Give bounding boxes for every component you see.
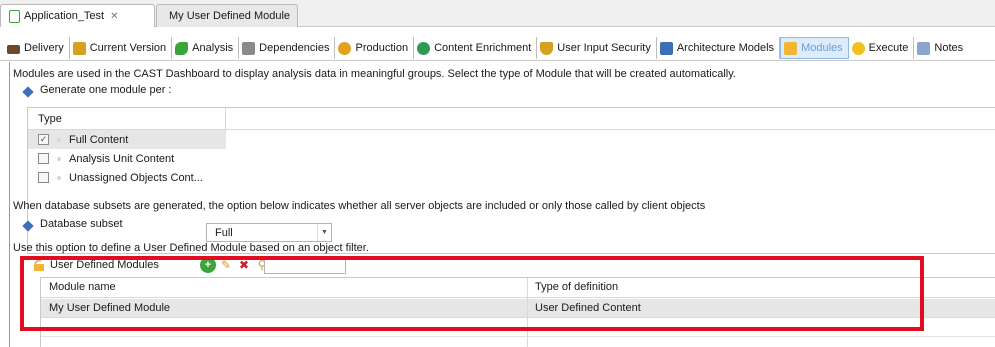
tab-label: Execute [868, 42, 909, 54]
tab-modules[interactable]: Modules [780, 37, 849, 59]
tab-user-input-security[interactable]: User Input Security [537, 37, 657, 59]
tab-dependencies[interactable]: Dependencies [239, 37, 336, 59]
type-row-full-content[interactable]: ✓ Full Content [28, 130, 226, 149]
tab-label: Application_Test [24, 10, 105, 22]
chevron-down-icon[interactable]: ▼ [317, 224, 331, 241]
dependencies-icon [242, 41, 256, 55]
analysis-icon [175, 41, 189, 55]
table-header: Type [28, 108, 995, 130]
type-row-analysis-unit[interactable]: Analysis Unit Content [28, 149, 226, 168]
tab-label: User Input Security [557, 42, 651, 54]
delivery-icon [7, 45, 20, 54]
select-value: Full [215, 226, 233, 239]
application-icon [9, 9, 20, 23]
database-subset-label: Database subset [40, 218, 123, 230]
udm-info-text: Use this option to define a User Defined… [13, 242, 369, 254]
tab-label: Analysis [192, 42, 234, 54]
checkbox[interactable] [38, 172, 49, 183]
tab-notes[interactable]: Notes [914, 37, 968, 59]
execute-icon [851, 41, 865, 55]
architecture-icon [659, 41, 673, 55]
tab-production[interactable]: Production [335, 37, 415, 59]
notes-icon [917, 41, 931, 55]
highlight-box [20, 256, 924, 331]
bullet-icon [22, 86, 34, 98]
tab-label: Production [355, 42, 409, 54]
close-icon[interactable]: ✕ [110, 11, 118, 22]
tab-application-test[interactable]: Application_Test ✕ [0, 4, 155, 27]
tab-current-version[interactable]: Current Version [70, 37, 173, 59]
row-label: Full Content [69, 133, 129, 146]
dot-icon [57, 137, 61, 142]
security-icon [540, 41, 554, 55]
checkbox[interactable] [38, 153, 49, 164]
tab-content-enrichment[interactable]: Content Enrichment [414, 37, 538, 59]
row-label: Unassigned Objects Cont... [69, 171, 203, 184]
dot-icon [57, 175, 61, 180]
tab-label: Notes [934, 42, 964, 54]
row-label: Analysis Unit Content [69, 152, 175, 165]
checkbox-checked[interactable]: ✓ [38, 134, 49, 145]
tab-label: Current Version [89, 42, 167, 54]
database-subset-select[interactable]: Full ▼ [206, 223, 332, 242]
column-header-type: Type [38, 113, 62, 125]
tab-label: Content Enrichment [434, 42, 532, 54]
version-icon [72, 41, 86, 55]
dot-icon [57, 156, 61, 161]
modules-icon [784, 41, 798, 55]
tab-label: Modules [801, 42, 843, 54]
page-tab-bar: Delivery Current Version Analysis Depend… [0, 36, 995, 61]
editor-tab-bar: Application_Test ✕ My User Defined Modul… [0, 0, 995, 27]
tab-label: Architecture Models [676, 42, 775, 54]
tab-delivery[interactable]: Delivery [4, 37, 70, 59]
generate-label: Generate one module per : [40, 84, 172, 96]
tab-analysis[interactable]: Analysis [172, 37, 240, 59]
tab-my-user-defined-module[interactable]: My User Defined Module [156, 4, 298, 27]
tab-execute[interactable]: Execute [849, 37, 915, 59]
description-text: Modules are used in the CAST Dashboard t… [13, 68, 736, 80]
tab-label: Dependencies [259, 42, 330, 54]
tab-architecture-models[interactable]: Architecture Models [657, 37, 781, 59]
enrichment-icon [417, 41, 431, 55]
tab-label: My User Defined Module [169, 10, 291, 22]
type-row-unassigned-objects[interactable]: Unassigned Objects Cont... [28, 168, 226, 187]
tab-label: Delivery [24, 42, 64, 54]
production-icon [338, 41, 352, 55]
subset-info-text: When database subsets are generated, the… [13, 200, 706, 212]
type-table: Type ✓ Full Content Analysis Unit Conten… [27, 107, 995, 254]
